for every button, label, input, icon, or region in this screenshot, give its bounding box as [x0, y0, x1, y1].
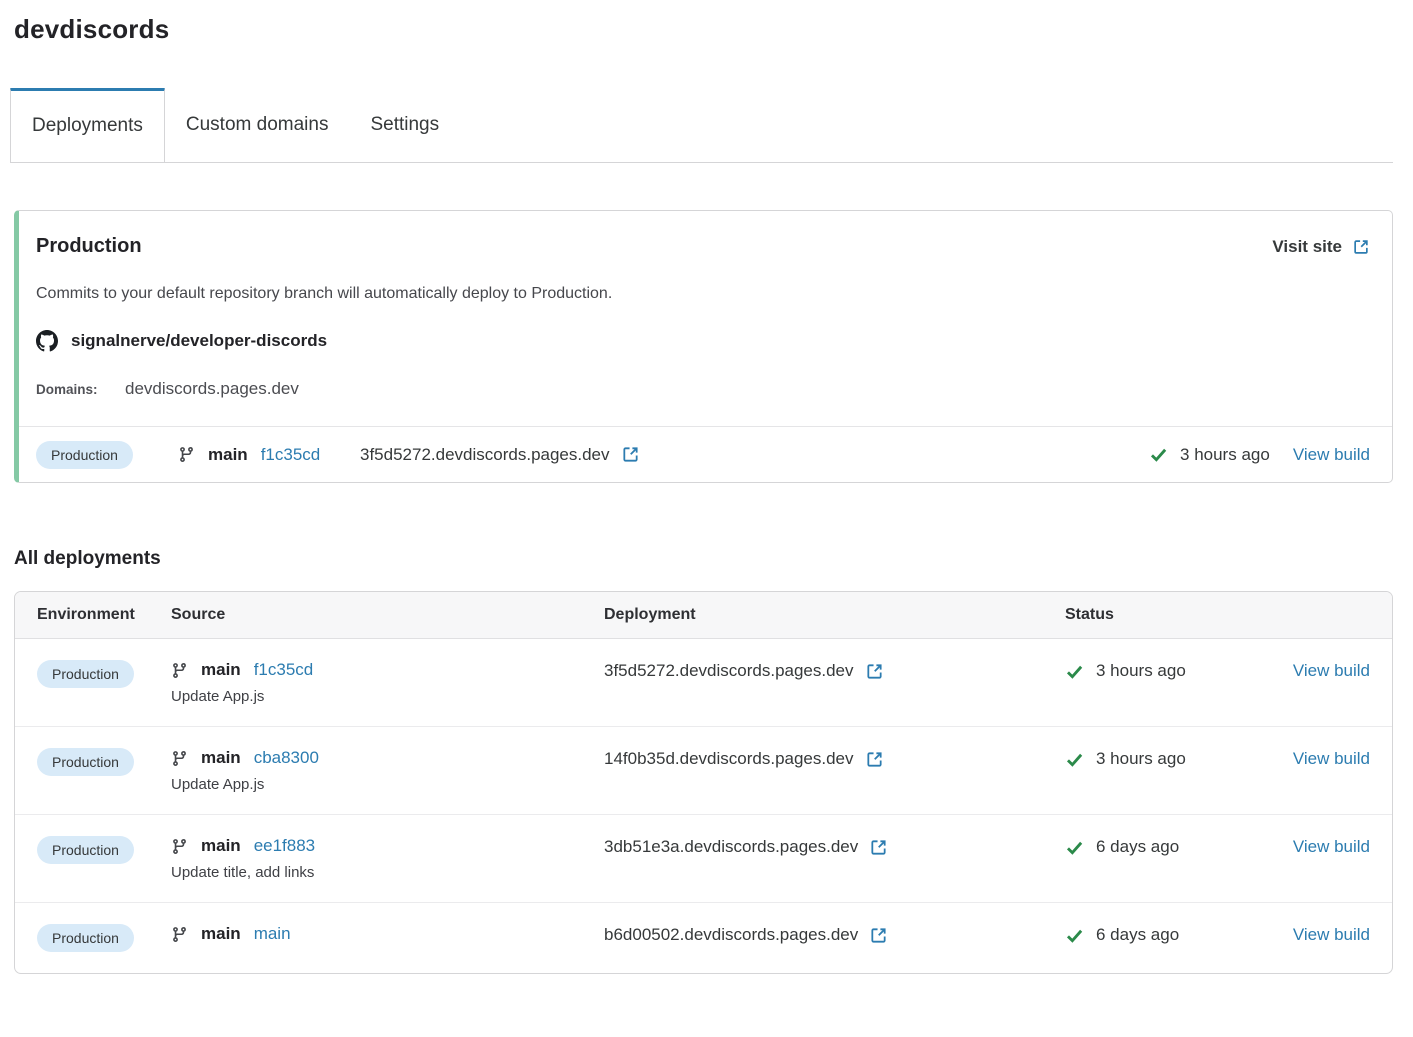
production-card: Production Visit site Commits to your de…	[14, 210, 1393, 483]
table-row: Production main f1c35cd Update App.js 3f…	[15, 639, 1392, 727]
branch-name: main	[208, 445, 248, 465]
deployment-url: 14f0b35d.devdiscords.pages.dev	[604, 749, 854, 769]
production-card-body: Production Visit site Commits to your de…	[19, 211, 1392, 426]
status-time: 3 hours ago	[1180, 445, 1270, 465]
check-icon	[1065, 662, 1084, 681]
environment-badge: Production	[36, 441, 133, 469]
status-time: 6 days ago	[1096, 925, 1179, 945]
github-icon	[36, 330, 58, 352]
branch-name: main	[201, 748, 241, 768]
visit-site-link[interactable]: Visit site	[1272, 237, 1370, 257]
view-build-link[interactable]: View build	[1293, 837, 1370, 856]
repo-name: signalnerve/developer-discords	[71, 331, 327, 351]
tab-settings[interactable]: Settings	[349, 88, 460, 162]
view-build-link[interactable]: View build	[1293, 925, 1370, 944]
git-branch-icon	[171, 750, 188, 767]
git-branch-icon	[171, 926, 188, 943]
git-branch-icon	[178, 446, 195, 463]
tab-deployments[interactable]: Deployments	[10, 88, 165, 162]
deployments-table: Environment Source Deployment Status Pro…	[14, 591, 1393, 974]
external-link-icon[interactable]	[621, 445, 640, 464]
commit-hash-link[interactable]: cba8300	[254, 748, 319, 768]
check-icon	[1149, 445, 1168, 464]
production-heading: Production	[36, 235, 142, 258]
production-description: Commits to your default repository branc…	[36, 285, 1370, 303]
table-row: Production main ee1f883 Update title, ad…	[15, 815, 1392, 903]
environment-badge: Production	[37, 660, 134, 688]
deployment-url: 3f5d5272.devdiscords.pages.dev	[604, 661, 854, 681]
table-row: Production main main b6d00502.devdiscord…	[15, 903, 1392, 973]
environment-badge: Production	[37, 836, 134, 864]
repo-row: signalnerve/developer-discords	[36, 330, 1370, 352]
git-branch-icon	[171, 838, 188, 855]
environment-badge: Production	[37, 924, 134, 952]
branch-name: main	[201, 660, 241, 680]
tab-bar: Deployments Custom domains Settings	[10, 88, 1393, 163]
external-link-icon[interactable]	[869, 926, 888, 945]
environment-badge: Production	[37, 748, 134, 776]
branch-name: main	[201, 924, 241, 944]
check-icon	[1065, 750, 1084, 769]
commit-hash-link[interactable]: ee1f883	[254, 836, 315, 856]
status-time: 6 days ago	[1096, 837, 1179, 857]
commit-message: Update App.js	[171, 776, 604, 793]
page-title: devdiscords	[14, 14, 1393, 45]
table-header: Environment Source Deployment Status	[15, 592, 1392, 639]
external-link-icon[interactable]	[865, 750, 884, 769]
git-branch-icon	[171, 662, 188, 679]
all-deployments-title: All deployments	[14, 548, 1393, 570]
domains-row: Domains: devdiscords.pages.dev	[36, 379, 1370, 399]
pages-project-page: devdiscords Deployments Custom domains S…	[0, 0, 1413, 1002]
commit-hash-link[interactable]: f1c35cd	[261, 445, 321, 465]
column-header-status: Status	[1065, 606, 1284, 624]
branch-name: main	[201, 836, 241, 856]
table-row: Production main cba8300 Update App.js 14…	[15, 727, 1392, 815]
commit-hash-link[interactable]: main	[254, 924, 291, 944]
deployment-url: b6d00502.devdiscords.pages.dev	[604, 925, 858, 945]
tab-custom-domains[interactable]: Custom domains	[165, 88, 350, 162]
check-icon	[1065, 926, 1084, 945]
external-link-icon[interactable]	[869, 838, 888, 857]
column-header-source: Source	[171, 606, 604, 624]
commit-hash-link[interactable]: f1c35cd	[254, 660, 314, 680]
status-time: 3 hours ago	[1096, 661, 1186, 681]
production-deployment-row: Production main f1c35cd 3f5d5272.devdisc…	[19, 426, 1392, 482]
column-header-environment: Environment	[37, 606, 171, 624]
deployment-url: 3f5d5272.devdiscords.pages.dev	[360, 445, 610, 465]
status-time: 3 hours ago	[1096, 749, 1186, 769]
column-header-deployment: Deployment	[604, 606, 1065, 624]
view-build-link[interactable]: View build	[1293, 749, 1370, 768]
commit-message: Update App.js	[171, 688, 604, 705]
view-build-link[interactable]: View build	[1293, 661, 1370, 680]
deployment-url: 3db51e3a.devdiscords.pages.dev	[604, 837, 858, 857]
external-link-icon	[1352, 238, 1370, 256]
domains-label: Domains:	[36, 382, 125, 397]
visit-site-label: Visit site	[1272, 237, 1342, 257]
view-build-link[interactable]: View build	[1293, 445, 1370, 465]
domain-value: devdiscords.pages.dev	[125, 379, 299, 399]
check-icon	[1065, 838, 1084, 857]
external-link-icon[interactable]	[865, 662, 884, 681]
commit-message: Update title, add links	[171, 864, 604, 881]
